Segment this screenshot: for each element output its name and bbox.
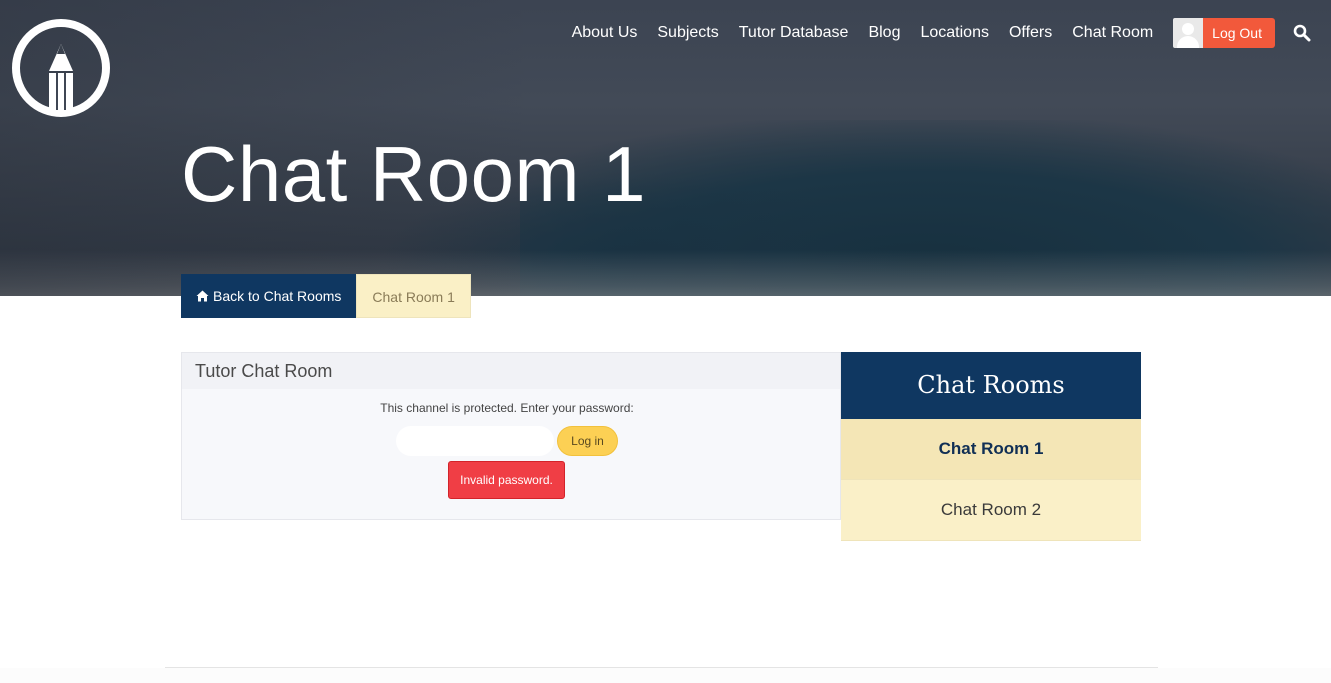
protected-message: This channel is protected. Enter your pa… [380, 401, 634, 415]
main-nav: About Us Subjects Tutor Database Blog Lo… [572, 18, 1311, 48]
chat-panel: Tutor Chat Room This channel is protecte… [181, 352, 841, 520]
room-item-chat-room-2[interactable]: Chat Room 2 [841, 480, 1141, 541]
nav-blog[interactable]: Blog [868, 24, 900, 42]
nav-tutor-database[interactable]: Tutor Database [739, 24, 849, 42]
chat-rooms-heading: Chat Rooms [841, 352, 1141, 419]
footer-area [0, 668, 1331, 683]
logout-button[interactable]: Log Out [1203, 18, 1275, 48]
error-alert: Invalid password. [448, 461, 565, 499]
password-input[interactable] [396, 426, 554, 456]
nav-offers[interactable]: Offers [1009, 24, 1052, 42]
nav-subjects[interactable]: Subjects [657, 24, 718, 42]
nav-about-us[interactable]: About Us [572, 24, 638, 42]
nav-chat-room[interactable]: Chat Room [1072, 24, 1153, 42]
site-logo[interactable] [11, 18, 111, 118]
user-avatar-icon[interactable] [1173, 18, 1204, 48]
back-to-chat-rooms-label: Back to Chat Rooms [213, 288, 342, 304]
pencil-circle-logo-icon [12, 19, 110, 117]
login-button[interactable]: Log in [557, 426, 618, 456]
breadcrumb-current: Chat Room 1 [356, 274, 471, 318]
chat-panel-title: Tutor Chat Room [182, 353, 840, 389]
room-item-chat-room-1[interactable]: Chat Room 1 [841, 419, 1141, 480]
page-title: Chat Room 1 [181, 130, 647, 218]
password-form: Log in [396, 426, 618, 456]
user-menu: Log Out [1173, 18, 1275, 48]
back-to-chat-rooms-link[interactable]: Back to Chat Rooms [181, 274, 357, 318]
nav-locations[interactable]: Locations [920, 24, 989, 42]
search-icon[interactable] [1293, 24, 1311, 42]
breadcrumb: Back to Chat Rooms Chat Room 1 [181, 274, 471, 318]
chat-rooms-sidebar: Chat Rooms Chat Room 1 Chat Room 2 [841, 352, 1141, 541]
home-icon [196, 290, 209, 302]
